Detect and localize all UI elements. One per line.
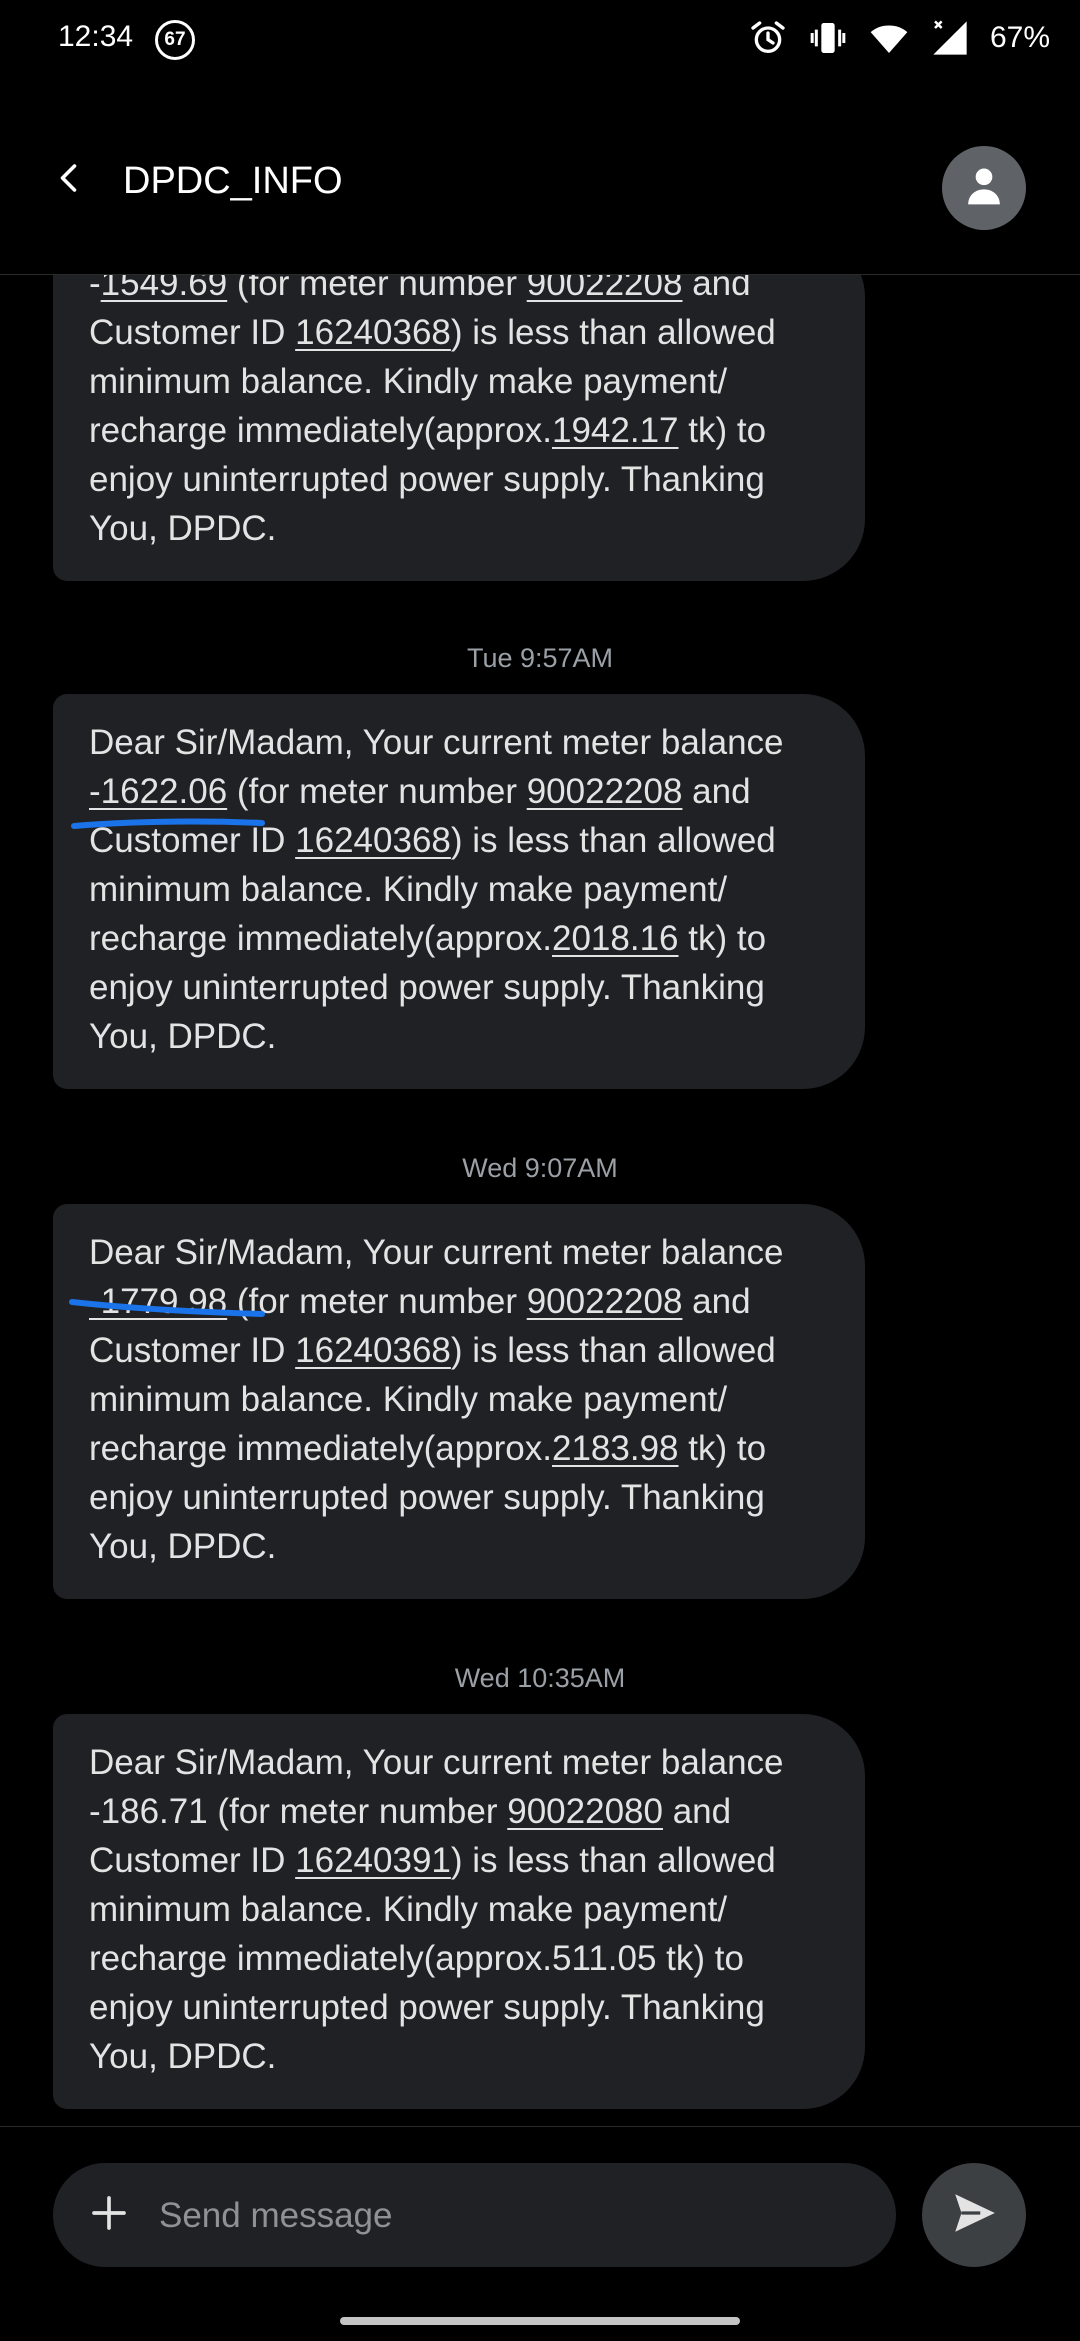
back-arrow-icon [52, 160, 88, 201]
conversation-title: DPDC_INFO [123, 160, 343, 202]
status-time: 12:34 [58, 20, 134, 53]
send-icon [949, 2188, 999, 2243]
message-list[interactable]: -1549.69 (for meter number 90022208 and … [0, 275, 1080, 2125]
conversation-header: DPDC_INFO [0, 90, 1080, 275]
message-link[interactable]: 2018.16 [552, 919, 679, 958]
status-bar: 12:34 67 67% [0, 0, 1080, 80]
message-timestamp: Tue 9:57AM [466, 643, 614, 673]
vibrate-icon [808, 18, 848, 58]
message-text: (for meter number [227, 275, 527, 303]
message-link[interactable]: 16240368 [295, 1331, 451, 1370]
status-icons: 67% [748, 18, 1050, 58]
message-bubble[interactable]: Dear Sir/Madam, Your current meter balan… [53, 694, 865, 1089]
home-indicator[interactable] [340, 2317, 740, 2325]
message-bubble[interactable]: -1549.69 (for meter number 90022208 and … [53, 275, 865, 581]
signal-icon [930, 18, 970, 58]
message-link[interactable]: 1942.17 [552, 411, 679, 450]
message-bubble[interactable]: Dear Sir/Madam, Your current meter balan… [53, 1714, 865, 2109]
message-link[interactable]: 90022208 [527, 772, 683, 811]
back-button[interactable] [40, 150, 100, 210]
message-text: (for meter number [227, 772, 527, 811]
attach-button[interactable] [79, 2185, 139, 2245]
wifi-icon [868, 18, 910, 58]
message-timestamp: Wed 10:35AM [454, 1663, 626, 1693]
send-button[interactable] [922, 2163, 1026, 2267]
message-link[interactable]: 16240368 [295, 313, 451, 352]
message-bubble[interactable]: Dear Sir/Madam, Your current meter balan… [53, 1204, 865, 1599]
message-link[interactable]: 16240368 [295, 821, 451, 860]
message-link[interactable]: 2183.98 [552, 1429, 679, 1468]
alarm-icon [748, 18, 788, 58]
message-timestamp: Wed 9:07AM [462, 1153, 618, 1183]
person-icon [964, 164, 1004, 213]
contact-avatar[interactable] [942, 146, 1026, 230]
notification-badge: 67 [155, 20, 195, 60]
message-input[interactable] [157, 2163, 861, 2269]
composer-bar [0, 2126, 1080, 2341]
message-link[interactable]: 1549.69 [101, 275, 228, 303]
message-link[interactable]: 90022208 [527, 1282, 683, 1321]
message-text: - [89, 275, 101, 303]
battery-level: 67% [989, 21, 1050, 54]
message-link[interactable]: -1779.98 [89, 1282, 227, 1321]
message-text: Dear Sir/Madam, Your current meter balan… [89, 1233, 784, 1272]
message-link[interactable]: 16240391 [295, 1841, 451, 1880]
plus-icon [89, 2193, 129, 2238]
message-link[interactable]: 90022208 [527, 275, 683, 303]
message-text: (for meter number [227, 1282, 527, 1321]
message-text: Dear Sir/Madam, Your current meter balan… [89, 723, 784, 762]
message-link[interactable]: -1622.06 [89, 772, 227, 811]
message-link[interactable]: 90022080 [507, 1792, 663, 1831]
compose-field[interactable] [53, 2163, 896, 2269]
